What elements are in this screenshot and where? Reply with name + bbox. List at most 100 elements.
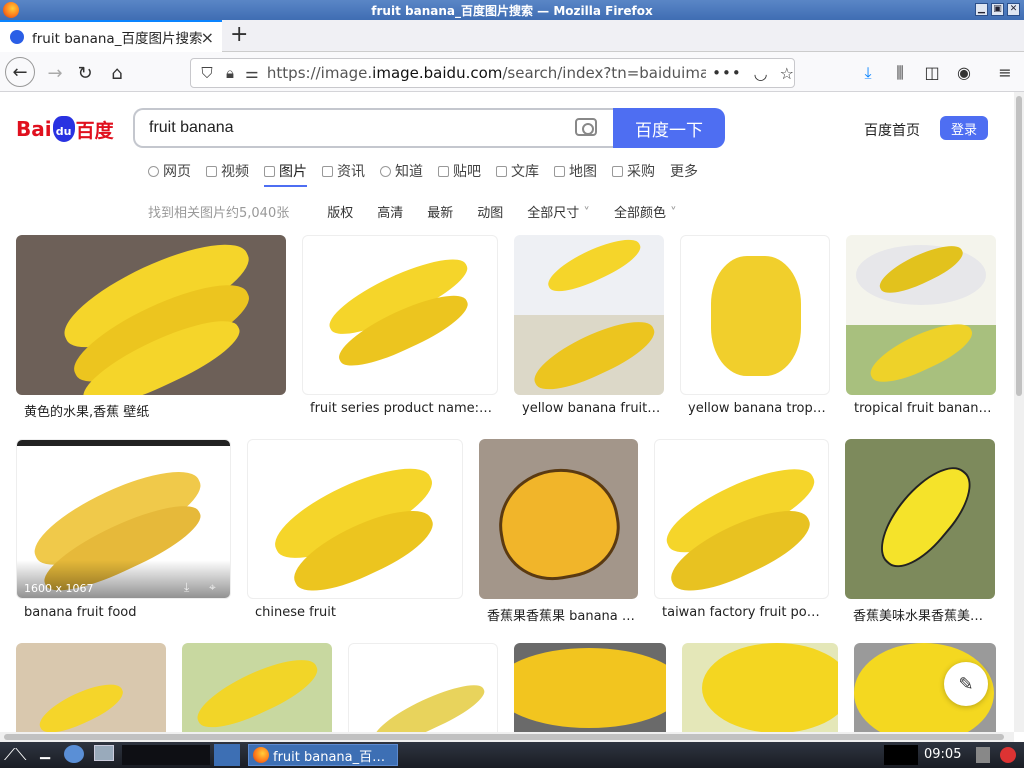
result-caption[interactable]: 香蕉果香蕉果 banana …: [487, 605, 636, 624]
horizontal-scrollbar[interactable]: [0, 732, 1014, 742]
menu-icon[interactable]: ≡: [995, 63, 1015, 83]
result-thumbnail[interactable]: [654, 439, 829, 599]
color-dropdown[interactable]: 全部颜色: [614, 202, 677, 221]
tab-images[interactable]: 图片: [264, 160, 307, 187]
tab-video[interactable]: 视频: [206, 160, 249, 182]
image-result[interactable]: 黄色的水果,香蕉 壁纸: [16, 235, 286, 425]
login-button[interactable]: 登录: [940, 116, 988, 140]
image-result[interactable]: 香蕉果香蕉果 banana …: [479, 439, 638, 629]
account-icon[interactable]: ◉: [954, 63, 974, 83]
camera-icon[interactable]: [575, 118, 597, 136]
result-caption[interactable]: yellow banana tropic…: [688, 401, 828, 416]
tab-wenku[interactable]: 文库: [496, 160, 539, 182]
image-result[interactable]: [682, 643, 838, 732]
close-window-icon[interactable]: ✕: [1007, 3, 1020, 16]
tab-zhidao[interactable]: 知道: [380, 160, 423, 182]
start-menu-icon[interactable]: ⟋⟍: [4, 745, 30, 765]
result-caption[interactable]: yellow banana fruit g…: [522, 401, 662, 416]
baidu-home-link[interactable]: 百度首页: [864, 120, 920, 140]
url-text[interactable]: https://image.image.baidu.com/search/ind…: [267, 64, 706, 82]
forward-button[interactable]: →: [42, 60, 68, 86]
url-bar[interactable]: ⛉ 🔒︎ ⚌ https://image.image.baidu.com/sea…: [190, 58, 795, 88]
result-thumbnail[interactable]: [348, 643, 498, 732]
image-result[interactable]: [514, 643, 666, 732]
filter-copyright[interactable]: 版权: [327, 202, 353, 221]
result-thumbnail[interactable]: [302, 235, 498, 395]
vertical-scrollbar[interactable]: [1014, 92, 1024, 732]
image-result[interactable]: [348, 643, 498, 732]
download-icon[interactable]: ⤓: [184, 580, 189, 595]
downloads-icon[interactable]: ⤓: [858, 63, 878, 83]
result-thumbnail[interactable]: [182, 643, 332, 732]
bookmark-star-icon[interactable]: ☆: [780, 64, 794, 83]
result-thumbnail[interactable]: [479, 439, 638, 599]
result-thumbnail[interactable]: [680, 235, 830, 395]
user-icon[interactable]: [976, 747, 990, 763]
tab-more[interactable]: 更多: [670, 160, 698, 182]
image-result[interactable]: [182, 643, 332, 732]
pocket-icon[interactable]: ◡: [754, 64, 768, 83]
filter-latest[interactable]: 最新: [427, 202, 453, 221]
minimize-icon[interactable]: ▁: [975, 3, 988, 16]
result-caption[interactable]: fruit series product name:ba…: [310, 401, 496, 416]
result-caption[interactable]: chinese fruit: [255, 605, 461, 620]
home-button[interactable]: ⌂: [104, 60, 130, 86]
web-browser-icon[interactable]: [64, 745, 84, 763]
filter-animated[interactable]: 动图: [477, 202, 503, 221]
show-desktop-icon[interactable]: ▁: [40, 745, 50, 765]
sidebar-icon[interactable]: ◫: [922, 63, 942, 83]
result-caption[interactable]: taiwan factory fruit powd…: [662, 605, 827, 620]
page-actions-icon[interactable]: •••: [712, 64, 742, 82]
maximize-icon[interactable]: ▣: [991, 3, 1004, 16]
firefox-launcher-icon[interactable]: [214, 744, 240, 766]
result-thumbnail[interactable]: [16, 235, 286, 395]
result-thumbnail[interactable]: [514, 643, 666, 732]
image-result[interactable]: chinese fruit: [247, 439, 463, 629]
result-caption[interactable]: banana fruit food: [24, 605, 229, 620]
result-thumbnail[interactable]: [514, 235, 664, 395]
tab-map[interactable]: 地图: [554, 160, 597, 182]
lock-icon[interactable]: 🔒︎: [223, 64, 237, 82]
filter-hd[interactable]: 高清: [377, 202, 403, 221]
result-thumbnail[interactable]: [682, 643, 838, 732]
tab-web[interactable]: 网页: [148, 160, 191, 182]
file-manager-icon[interactable]: [94, 745, 114, 761]
image-result[interactable]: 1600 x 1067 ⤓ ⌖ banana fruit food: [16, 439, 231, 629]
tab-baidu-images[interactable]: fruit banana_百度图片搜索 ×: [0, 20, 222, 52]
baidu-logo[interactable]: Bai du 百度: [16, 112, 121, 146]
tab-tieba[interactable]: 贴吧: [438, 160, 481, 182]
result-caption[interactable]: 黄色的水果,香蕉 壁纸: [24, 401, 284, 420]
result-thumbnail[interactable]: [247, 439, 463, 599]
result-thumbnail[interactable]: [845, 439, 995, 599]
workspace-switcher[interactable]: [122, 745, 210, 765]
image-result[interactable]: yellow banana tropic…: [680, 235, 830, 425]
search-input[interactable]: [149, 119, 549, 137]
power-icon[interactable]: [1000, 747, 1016, 763]
permissions-icon[interactable]: ⚌: [245, 64, 259, 82]
new-tab-button[interactable]: +: [230, 23, 248, 47]
result-caption[interactable]: 香蕉美味水果香蕉美…: [853, 605, 993, 624]
tab-news[interactable]: 资讯: [322, 160, 365, 182]
image-result[interactable]: taiwan factory fruit powd…: [654, 439, 829, 629]
image-result[interactable]: yellow banana fruit g…: [514, 235, 664, 425]
result-caption[interactable]: tropical fruit banana …: [854, 401, 994, 416]
size-dropdown[interactable]: 全部尺寸: [527, 202, 590, 221]
tab-purchase[interactable]: 采购: [612, 160, 655, 182]
library-icon[interactable]: ⫼: [890, 63, 910, 83]
scrollbar-thumb[interactable]: [1016, 96, 1022, 396]
tracking-shield-icon[interactable]: ⛉: [199, 64, 215, 82]
image-result[interactable]: fruit series product name:ba…: [302, 235, 498, 425]
result-thumbnail[interactable]: [16, 643, 166, 732]
result-thumbnail[interactable]: [846, 235, 996, 395]
taskbar-firefox-window[interactable]: fruit banana_百…: [248, 744, 398, 766]
scrollbar-thumb[interactable]: [4, 734, 1004, 740]
result-thumbnail[interactable]: [16, 439, 231, 599]
visual-search-icon[interactable]: ⌖: [209, 580, 216, 595]
search-button[interactable]: 百度一下: [613, 108, 725, 148]
tab-close-icon[interactable]: ×: [201, 28, 214, 47]
image-result[interactable]: tropical fruit banana …: [846, 235, 996, 425]
reload-button[interactable]: ↻: [72, 60, 98, 86]
image-result[interactable]: [16, 643, 166, 732]
back-button[interactable]: ←: [5, 57, 35, 87]
image-result[interactable]: 香蕉美味水果香蕉美…: [845, 439, 995, 629]
